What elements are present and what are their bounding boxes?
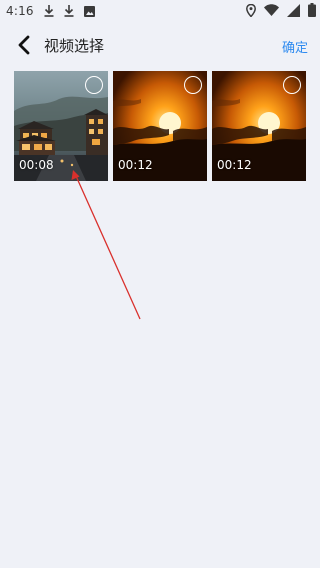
- video-duration: 00:08: [19, 158, 54, 172]
- video-item[interactable]: 00:08: [14, 71, 108, 181]
- photo-icon: [83, 5, 95, 17]
- video-duration: 00:12: [118, 158, 153, 172]
- location-icon: [246, 3, 256, 17]
- select-checkbox[interactable]: [184, 76, 202, 94]
- select-checkbox[interactable]: [85, 76, 103, 94]
- page-title: 视频选择: [44, 37, 105, 55]
- download-icon: [64, 5, 74, 17]
- wifi-icon: [264, 4, 279, 16]
- status-time: 4:16: [6, 4, 34, 18]
- video-grid: 00:08 00:12 00:12: [14, 71, 306, 181]
- status-right-icons: [246, 3, 316, 17]
- battery-icon: [308, 3, 316, 17]
- status-left-icons: [44, 5, 95, 17]
- status-bar: 4:16: [0, 0, 320, 22]
- nav-bar: 视频选择 确定: [0, 30, 320, 62]
- download-icon: [44, 5, 54, 17]
- select-checkbox[interactable]: [283, 76, 301, 94]
- chevron-left-icon: [18, 35, 30, 55]
- signal-icon: [287, 3, 300, 17]
- video-item[interactable]: 00:12: [113, 71, 207, 181]
- video-duration: 00:12: [217, 158, 252, 172]
- confirm-button[interactable]: 确定: [282, 37, 308, 56]
- video-item[interactable]: 00:12: [212, 71, 306, 181]
- back-button[interactable]: [14, 34, 36, 56]
